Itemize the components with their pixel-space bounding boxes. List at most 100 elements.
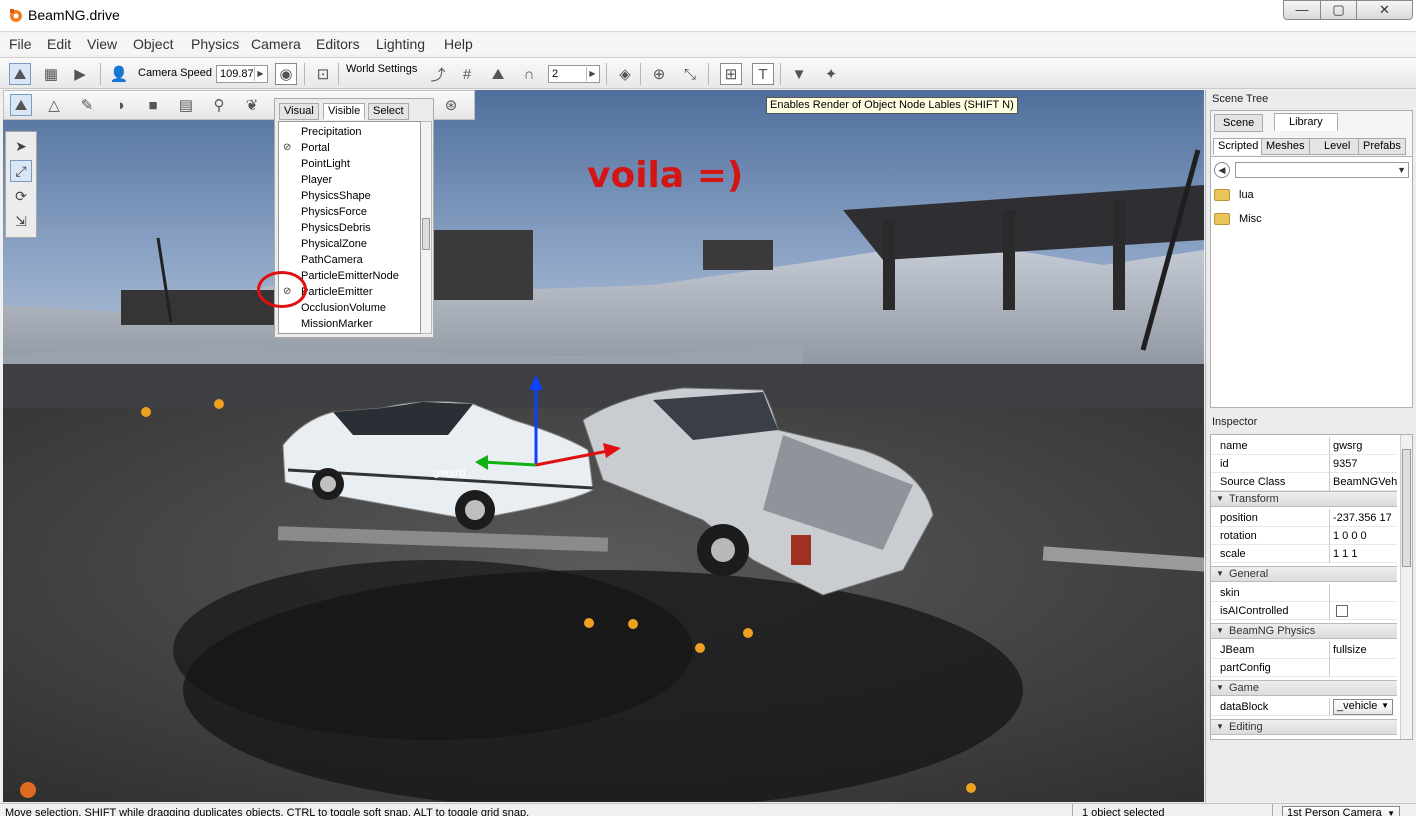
- drop-at-camera-icon[interactable]: ✦: [820, 63, 842, 85]
- visibility-toggle-icon[interactable]: [283, 319, 293, 329]
- tab-meshes[interactable]: Meshes: [1261, 138, 1310, 155]
- tab-visible[interactable]: Visible: [323, 103, 366, 120]
- section-beamng-physics[interactable]: ▼ BeamNG Physics: [1211, 623, 1397, 639]
- list-item[interactable]: Precipitation: [279, 124, 420, 140]
- menu-view[interactable]: View: [87, 36, 117, 52]
- visibility-toggle-icon[interactable]: [283, 127, 293, 137]
- scrollbar-thumb[interactable]: [1402, 449, 1411, 567]
- menu-object[interactable]: Object: [133, 36, 173, 52]
- tab-select[interactable]: Select: [368, 103, 409, 120]
- rotate-tool-icon[interactable]: ⟳: [10, 185, 32, 207]
- visibility-toggle-icon[interactable]: ⊘: [283, 143, 293, 153]
- list-item[interactable]: PhysicalZone: [279, 236, 420, 252]
- field-value[interactable]: BeamNGVeh: [1333, 476, 1397, 488]
- render-node-labels-icon[interactable]: T: [752, 63, 774, 85]
- list-item[interactable]: OcclusionVolume: [279, 300, 420, 316]
- visibility-toggle-icon[interactable]: [283, 223, 293, 233]
- grid-snap-icon[interactable]: #: [456, 63, 478, 85]
- menu-help[interactable]: Help: [444, 36, 473, 52]
- field-value[interactable]: gwsrg: [1333, 440, 1397, 452]
- visibility-toggle-icon[interactable]: [283, 255, 293, 265]
- forest-editor-icon[interactable]: ❦: [241, 94, 263, 116]
- object-editor-icon[interactable]: ⛰: [10, 94, 32, 116]
- close-button[interactable]: ✕: [1356, 0, 1413, 20]
- scrollbar-thumb[interactable]: [422, 218, 430, 250]
- visibility-toggle-icon[interactable]: [283, 239, 293, 249]
- camera-mode-dropdown[interactable]: 1st Person Camera ▼: [1282, 806, 1400, 816]
- menu-camera[interactable]: Camera: [251, 36, 301, 52]
- section-transform[interactable]: ▼ Transform: [1211, 491, 1397, 507]
- magnet-icon[interactable]: ∩: [518, 63, 540, 85]
- menu-file[interactable]: File: [9, 36, 32, 52]
- field-value[interactable]: -237.356 17: [1333, 512, 1397, 524]
- menu-lighting[interactable]: Lighting: [376, 36, 425, 52]
- menu-physics[interactable]: Physics: [191, 36, 239, 52]
- ai-controlled-checkbox[interactable]: [1336, 605, 1348, 617]
- play-icon[interactable]: ▶: [69, 63, 91, 85]
- folder-item[interactable]: Misc: [1214, 211, 1394, 229]
- tab-scripted[interactable]: Scripted: [1213, 138, 1264, 155]
- 3d-viewport[interactable]: gwsrg: [3, 90, 1204, 802]
- field-value[interactable]: 9357: [1333, 458, 1397, 470]
- terrain-painter-icon[interactable]: ✎: [76, 94, 98, 116]
- world-editor-icon[interactable]: ⛰: [9, 63, 31, 85]
- object-center-icon[interactable]: ◈: [614, 63, 636, 85]
- tab-level[interactable]: Level: [1309, 138, 1366, 155]
- list-item[interactable]: ⊘ Portal: [279, 140, 420, 156]
- datablock-editor-icon[interactable]: ▤: [175, 94, 197, 116]
- snap-value-field[interactable]: 2 ▶: [548, 65, 600, 83]
- list-item[interactable]: PathCamera: [279, 252, 420, 268]
- mesh-road-editor-icon[interactable]: ⊛: [440, 94, 462, 116]
- scale-tool-icon[interactable]: ⇲: [10, 210, 32, 232]
- sketch-tool-icon[interactable]: ■: [142, 94, 164, 116]
- terrain-editor-icon[interactable]: △: [43, 94, 65, 116]
- camera-person-icon[interactable]: 👤: [108, 63, 130, 85]
- list-item[interactable]: PhysicsForce: [279, 204, 420, 220]
- section-game[interactable]: ▼ Game: [1211, 680, 1397, 696]
- back-arrow-icon[interactable]: ◀: [1214, 162, 1230, 178]
- list-item[interactable]: PointLight: [279, 156, 420, 172]
- field-value[interactable]: 1 1 1: [1333, 548, 1397, 560]
- drop-object-icon[interactable]: ▼: [788, 63, 810, 85]
- visibility-toggle-icon[interactable]: [283, 159, 293, 169]
- tab-scene[interactable]: Scene: [1214, 114, 1264, 132]
- decal-editor-icon[interactable]: ⚲: [208, 94, 230, 116]
- menu-editors[interactable]: Editors: [316, 36, 360, 52]
- world-transform-icon[interactable]: ⊕: [648, 63, 670, 85]
- section-general[interactable]: ▼ General: [1211, 566, 1397, 582]
- list-item[interactable]: MissionMarker: [279, 316, 420, 332]
- library-path-dropdown[interactable]: ▼: [1235, 162, 1409, 178]
- section-editing[interactable]: ▼ Editing: [1211, 719, 1397, 735]
- object-bounds-icon[interactable]: ⊞: [720, 63, 742, 85]
- field-value[interactable]: 1 0 0 0: [1333, 530, 1397, 542]
- maximize-button[interactable]: ▢: [1320, 0, 1357, 20]
- list-item[interactable]: Player: [279, 172, 420, 188]
- visibility-toggle-icon[interactable]: [283, 191, 293, 201]
- world-settings-label[interactable]: World Settings: [346, 63, 417, 75]
- field-value[interactable]: fullsize: [1333, 644, 1397, 656]
- tab-library[interactable]: Library: [1274, 113, 1338, 131]
- select-arrow-icon[interactable]: ➤: [10, 135, 32, 157]
- tab-prefabs[interactable]: Prefabs: [1358, 138, 1406, 155]
- inspector-scrollbar[interactable]: [1400, 435, 1412, 739]
- gui-editor-icon[interactable]: ▦: [40, 63, 62, 85]
- material-editor-icon[interactable]: ◑: [109, 94, 131, 116]
- visibility-eye-icon[interactable]: ◉: [275, 63, 297, 85]
- object-transform-icon[interactable]: ⤡: [679, 63, 701, 85]
- spin-right-icon[interactable]: ▶: [254, 67, 266, 81]
- list-item[interactable]: PhysicsDebris: [279, 220, 420, 236]
- camera-speed-field[interactable]: 109.87 ▶: [216, 65, 268, 83]
- terrain-snap-icon[interactable]: ⛰: [487, 63, 509, 85]
- snap-to-object-icon[interactable]: ⤴: [427, 63, 449, 85]
- list-scrollbar[interactable]: [421, 121, 432, 334]
- tab-visual[interactable]: Visual: [279, 103, 319, 120]
- folder-item[interactable]: lua: [1214, 187, 1394, 205]
- datablock-dropdown[interactable]: _vehicle ▼: [1333, 699, 1393, 715]
- spin-right-icon[interactable]: ▶: [586, 67, 598, 81]
- menu-edit[interactable]: Edit: [47, 36, 71, 52]
- screenshot-icon[interactable]: ⊡: [312, 63, 334, 85]
- list-item[interactable]: PhysicsShape: [279, 188, 420, 204]
- move-tool-icon[interactable]: ⤢: [10, 160, 32, 182]
- minimize-button[interactable]: —: [1283, 0, 1321, 20]
- visibility-toggle-icon[interactable]: [283, 175, 293, 185]
